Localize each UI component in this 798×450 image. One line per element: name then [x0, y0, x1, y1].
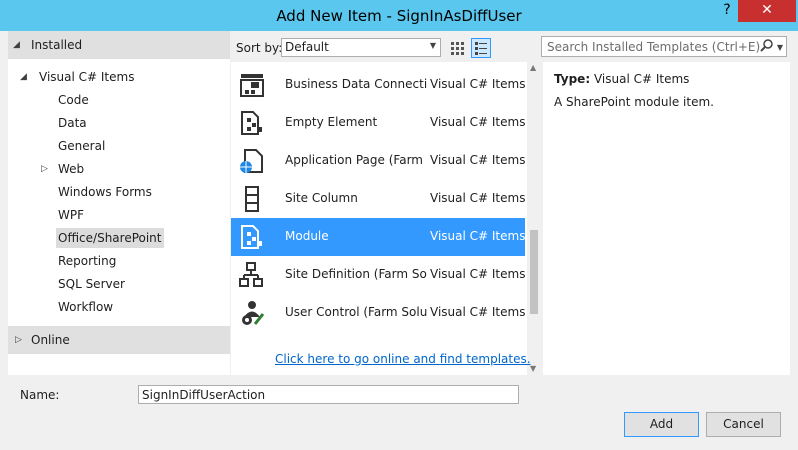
template-details-panel: Type: Visual C# Items A SharePoint modul…	[543, 62, 790, 375]
tree-node-general[interactable]: General	[58, 136, 105, 156]
template-item-empty-element[interactable]: Empty Element Visual C# Items	[231, 104, 525, 142]
add-new-item-dialog: Add New Item - SignInAsDiffUser ? ✕ ◢ In…	[0, 0, 798, 450]
application-page-icon	[240, 149, 263, 173]
installed-header[interactable]: ◢ Installed	[8, 31, 230, 59]
small-icons-view-button[interactable]	[447, 38, 467, 58]
help-button[interactable]: ?	[716, 0, 738, 22]
expanded-triangle-icon: ◢	[13, 40, 20, 50]
online-header[interactable]: ▷ Online	[8, 326, 230, 354]
template-list: Business Data Connectivit... Visual C# I…	[231, 62, 541, 375]
tree-node-web[interactable]: Web	[58, 159, 84, 179]
template-name: Empty Element	[285, 115, 378, 129]
tree-node-sql-server[interactable]: SQL Server	[58, 274, 125, 294]
tree-node-windows-forms[interactable]: Windows Forms	[58, 182, 152, 202]
cancel-button[interactable]: Cancel	[706, 412, 781, 437]
template-name: Site Column	[285, 191, 358, 205]
template-item-site-definition[interactable]: Site Definition (Farm Solu... Visual C# …	[231, 256, 525, 294]
type-value: Visual C# Items	[593, 72, 690, 86]
bdc-model-icon	[240, 74, 264, 97]
collapsed-triangle-icon[interactable]: ▷	[41, 164, 48, 174]
sort-by-label: Sort by:	[236, 41, 283, 55]
tree-node-code[interactable]: Code	[58, 90, 89, 110]
grid-view-icon	[451, 42, 464, 55]
scrollbar-thumb[interactable]	[530, 230, 538, 314]
sort-by-value: Default	[285, 40, 329, 54]
template-name: Business Data Connectivit...	[285, 77, 427, 91]
search-templates-input[interactable]: Search Installed Templates (Ctrl+E) ▼	[541, 36, 787, 57]
tree-node-reporting[interactable]: Reporting	[58, 251, 116, 271]
online-templates-link[interactable]: Click here to go online and find templat…	[275, 352, 531, 366]
name-input[interactable]: SignInDiffUserAction	[138, 385, 519, 404]
template-category: Visual C# Items	[430, 305, 526, 319]
sort-by-dropdown[interactable]: Default ▼	[281, 38, 441, 57]
template-category: Visual C# Items	[430, 191, 526, 205]
template-name: Module	[285, 229, 329, 243]
tree-node-wpf[interactable]: WPF	[58, 205, 84, 225]
search-placeholder: Search Installed Templates (Ctrl+E)	[547, 40, 761, 54]
tree-node-workflow[interactable]: Workflow	[58, 297, 113, 317]
template-item-site-column[interactable]: Site Column Visual C# Items	[231, 180, 525, 218]
site-column-icon	[245, 186, 259, 212]
template-category-tree: ◢ Installed ◢ Visual C# Items Code Data …	[8, 31, 230, 375]
expanded-triangle-icon[interactable]: ◢	[20, 72, 27, 82]
user-control-icon	[242, 301, 265, 325]
template-name: Application Page (Farm S...	[285, 153, 427, 167]
list-view-icon	[475, 42, 487, 55]
search-options-arrow-icon[interactable]: ▼	[777, 43, 783, 52]
template-category: Visual C# Items	[430, 153, 526, 167]
template-name: User Control (Farm Soluti...	[285, 305, 427, 319]
installed-label: Installed	[31, 38, 83, 52]
module-icon	[241, 225, 262, 249]
template-category: Visual C# Items	[430, 229, 526, 243]
close-button[interactable]: ✕	[738, 0, 796, 22]
title-bar: Add New Item - SignInAsDiffUser ? ✕	[0, 0, 798, 31]
template-category: Visual C# Items	[430, 115, 526, 129]
empty-element-icon	[241, 111, 262, 135]
tree-node-data[interactable]: Data	[58, 113, 87, 133]
sort-toolbar: Sort by: Default ▼	[231, 33, 529, 61]
type-label: Type:	[554, 72, 591, 86]
template-item-user-control[interactable]: User Control (Farm Soluti... Visual C# I…	[231, 294, 525, 332]
template-category: Visual C# Items	[430, 267, 526, 281]
tree-node-visual-csharp-items[interactable]: Visual C# Items	[39, 67, 134, 87]
template-item-bdc-model[interactable]: Business Data Connectivit... Visual C# I…	[231, 66, 525, 104]
scroll-down-arrow-icon[interactable]: ▼	[530, 364, 536, 373]
site-definition-icon	[239, 262, 263, 287]
collapsed-triangle-icon: ▷	[15, 335, 22, 345]
window-title: Add New Item - SignInAsDiffUser	[276, 7, 522, 25]
name-value: SignInDiffUserAction	[142, 388, 266, 402]
list-view-button[interactable]	[471, 38, 491, 58]
template-description: A SharePoint module item.	[554, 95, 714, 109]
tree-node-office-sharepoint[interactable]: Office/SharePoint	[56, 228, 164, 248]
add-button[interactable]: Add	[624, 412, 699, 437]
template-list-scrollbar[interactable]: ▲ ▼	[527, 62, 541, 375]
online-label: Online	[31, 333, 70, 347]
name-label: Name:	[20, 388, 60, 402]
template-category: Visual C# Items	[430, 77, 526, 91]
dropdown-arrow-icon: ▼	[429, 41, 436, 50]
template-item-module[interactable]: Module Visual C# Items	[231, 218, 525, 256]
template-item-application-page[interactable]: Application Page (Farm S... Visual C# It…	[231, 142, 525, 180]
type-line: Type: Visual C# Items	[554, 72, 689, 86]
template-name: Site Definition (Farm Solu...	[285, 267, 427, 281]
search-icon[interactable]	[760, 39, 774, 56]
scroll-up-arrow-icon[interactable]: ▲	[530, 63, 536, 72]
